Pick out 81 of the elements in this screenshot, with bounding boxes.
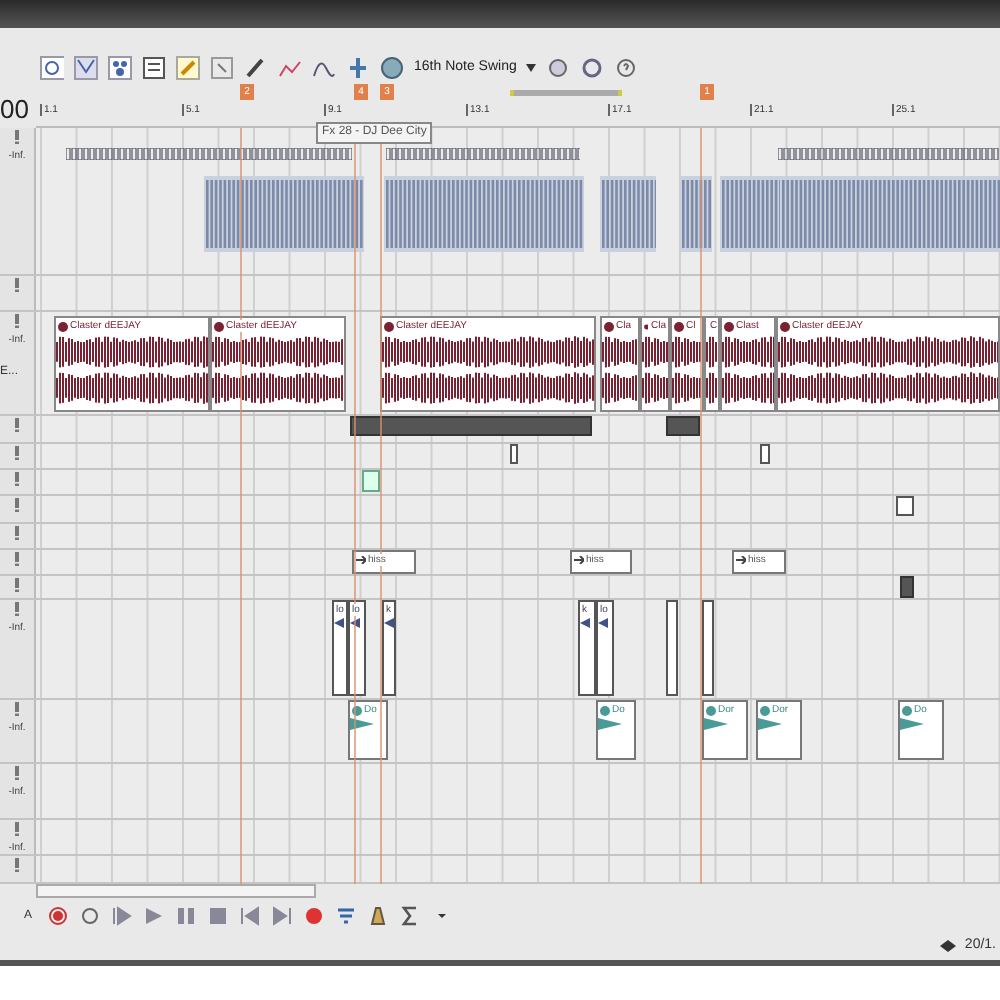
clip (510, 444, 518, 464)
record-arm-icon[interactable] (304, 906, 324, 926)
waveform (704, 718, 728, 730)
snap-icon[interactable] (346, 56, 370, 80)
clip-icon (604, 321, 614, 331)
brush-icon[interactable] (244, 56, 268, 80)
waveform (212, 334, 344, 370)
rewind-icon[interactable] (240, 906, 260, 926)
waveform (602, 370, 638, 406)
clip-icon (58, 321, 68, 331)
fx-icon (736, 556, 746, 564)
fx-icon (356, 556, 366, 564)
play-from-start-icon[interactable] (112, 906, 132, 926)
mute-icon[interactable] (14, 498, 20, 512)
waveform (602, 334, 638, 370)
mute-icon[interactable] (14, 526, 20, 540)
play-icon[interactable] (144, 906, 164, 926)
clip-icon (780, 321, 790, 331)
pause-icon[interactable] (176, 906, 196, 926)
waveform (900, 718, 924, 730)
clip (702, 600, 714, 696)
clip-icon (902, 705, 912, 715)
mute-icon[interactable] (14, 446, 20, 460)
mute-icon[interactable] (14, 578, 20, 592)
clip (666, 416, 700, 436)
waveform (758, 718, 782, 730)
waveform (212, 370, 344, 406)
clip (666, 600, 678, 696)
paw-icon[interactable] (108, 56, 132, 80)
record-icon[interactable] (48, 906, 68, 926)
waveform (722, 370, 774, 406)
mute-icon[interactable] (14, 472, 20, 486)
midi-clip (600, 176, 656, 252)
curve-icon[interactable] (312, 56, 336, 80)
waveform (598, 718, 622, 730)
clip-icon (724, 321, 734, 331)
clip (760, 444, 770, 464)
clip-icon (600, 705, 610, 715)
window-icon[interactable] (142, 56, 166, 80)
waveform (642, 334, 668, 370)
filter-icon[interactable] (336, 906, 356, 926)
midi-clip (680, 176, 712, 252)
clip-icon (760, 705, 770, 715)
mute-icon[interactable] (14, 130, 20, 144)
sigma-icon[interactable] (400, 906, 420, 926)
mute-icon[interactable] (14, 766, 20, 780)
pencil-icon[interactable] (176, 56, 200, 80)
clip (896, 496, 914, 516)
drive-icon (940, 940, 957, 952)
mute-icon[interactable] (14, 602, 20, 616)
clip-icon (214, 321, 224, 331)
mute-icon[interactable] (14, 314, 20, 328)
mute-icon[interactable] (14, 822, 20, 836)
zoom-icon[interactable] (40, 56, 64, 80)
clip (362, 470, 380, 492)
mute-icon[interactable] (14, 702, 20, 716)
time-display: 00 (0, 92, 29, 128)
waveform (672, 334, 702, 370)
envelope-icon[interactable] (278, 56, 302, 80)
clip-icon (384, 321, 394, 331)
metronome-icon[interactable] (368, 906, 388, 926)
waveform (722, 334, 774, 370)
grid-icon[interactable] (74, 56, 98, 80)
mute-icon[interactable] (14, 858, 20, 872)
forward-icon[interactable] (272, 906, 292, 926)
stop-icon[interactable] (208, 906, 228, 926)
clip-icon (674, 321, 684, 331)
waveform (642, 370, 668, 406)
help-icon[interactable] (614, 56, 639, 80)
hit-icon (384, 618, 394, 628)
mute-icon[interactable] (14, 418, 20, 432)
select-icon[interactable] (210, 56, 234, 80)
mute-icon[interactable] (14, 278, 20, 292)
horizontal-scrollbar[interactable] (36, 884, 316, 898)
clip (900, 576, 914, 598)
fx-icon (574, 556, 584, 564)
caret-icon[interactable] (526, 64, 537, 72)
waveform (672, 370, 702, 406)
clip-icon (706, 705, 716, 715)
mute-icon[interactable] (14, 552, 20, 566)
clip-icon (644, 321, 649, 331)
